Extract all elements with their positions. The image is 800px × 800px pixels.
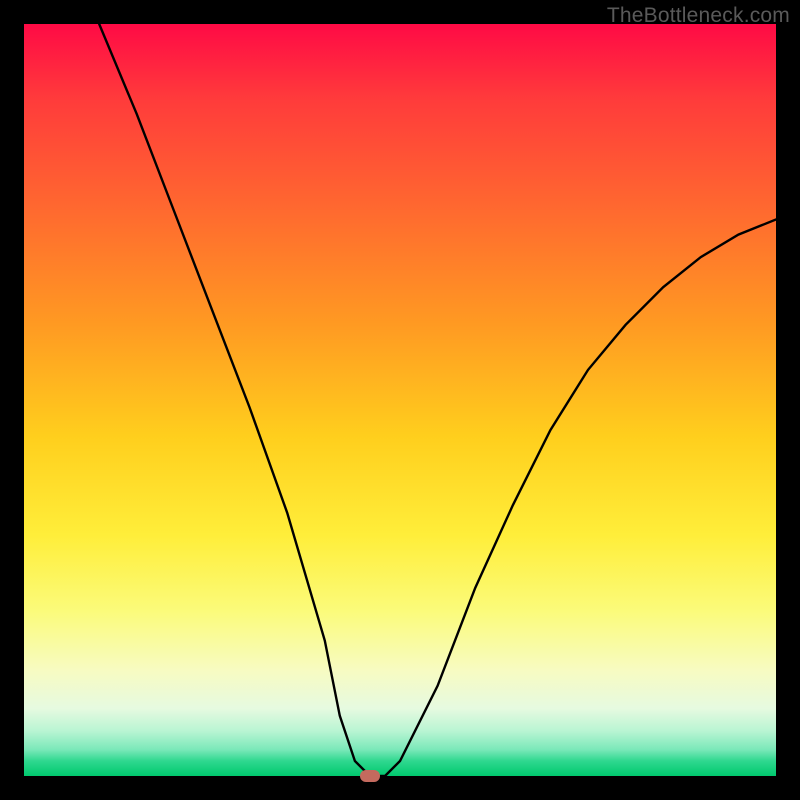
curve-svg (24, 24, 776, 776)
watermark-text: TheBottleneck.com (607, 4, 790, 28)
bottleneck-curve (99, 24, 776, 776)
optimal-point-marker (360, 770, 380, 782)
plot-area (24, 24, 776, 776)
chart-frame: TheBottleneck.com (0, 0, 800, 800)
